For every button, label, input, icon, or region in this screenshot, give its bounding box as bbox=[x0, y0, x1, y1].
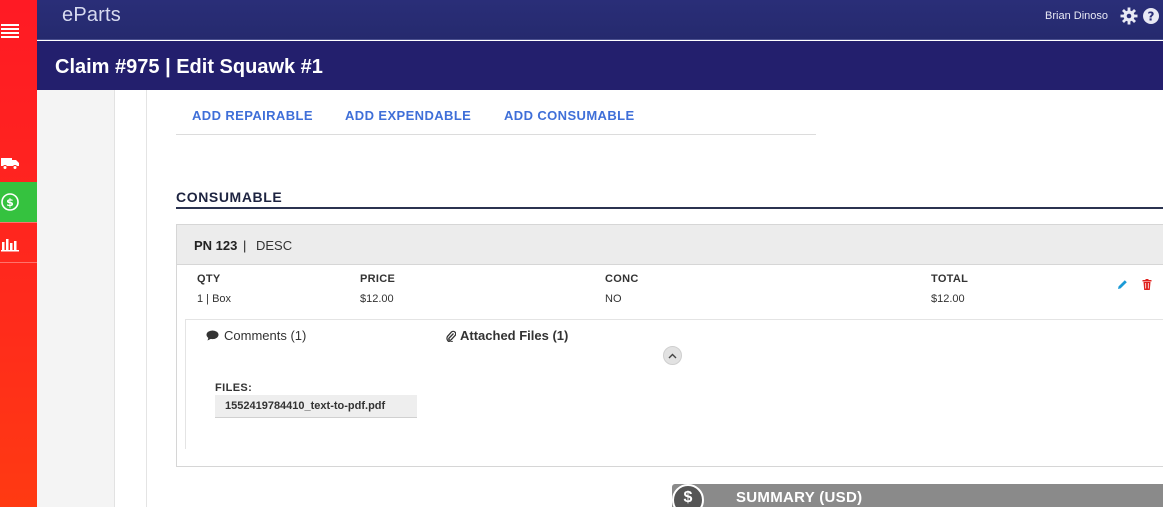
comment-icon bbox=[206, 330, 219, 341]
price-value: $12.00 bbox=[360, 293, 394, 305]
price-header: PRICE bbox=[360, 273, 396, 285]
item-details: Comments (1) Attached Files (1) FILES: 1… bbox=[185, 319, 1163, 449]
total-header: TOTAL bbox=[931, 273, 969, 285]
dollar-cycle-icon[interactable]: $ bbox=[0, 182, 37, 222]
add-expendable-link[interactable]: ADD EXPENDABLE bbox=[345, 108, 471, 123]
add-repairable-link[interactable]: ADD REPAIRABLE bbox=[192, 108, 313, 123]
bar-chart-icon[interactable] bbox=[0, 232, 37, 256]
tab-comments[interactable]: Comments (1) bbox=[206, 328, 306, 343]
conc-value: NO bbox=[605, 293, 622, 305]
consumable-card: PN 123 | DESC QTY 1 | Box PRICE $12.00 C… bbox=[176, 224, 1163, 467]
add-consumable-link[interactable]: ADD CONSUMABLE bbox=[504, 108, 635, 123]
paperclip-icon bbox=[446, 330, 456, 342]
sidebar-divider bbox=[0, 262, 37, 263]
svg-text:?: ? bbox=[1148, 10, 1155, 24]
tab-attached-files-label: Attached Files (1) bbox=[460, 328, 569, 343]
files-label: FILES: bbox=[215, 382, 253, 394]
header-separator: | bbox=[243, 238, 247, 253]
help-icon[interactable]: ? bbox=[1142, 7, 1160, 30]
collapse-button[interactable] bbox=[663, 346, 682, 365]
tab-comments-label: Comments (1) bbox=[224, 328, 307, 343]
part-number: PN 123 bbox=[194, 238, 238, 253]
total-value: $12.00 bbox=[931, 293, 965, 305]
qty-value: 1 | Box bbox=[197, 293, 232, 305]
pencil-icon[interactable] bbox=[1117, 277, 1128, 295]
tab-attached-files[interactable]: Attached Files (1) bbox=[446, 328, 568, 343]
page-title: Claim #975 | Edit Squawk #1 bbox=[55, 56, 323, 78]
add-links-bar: ADD REPAIRABLE ADD EXPENDABLE ADD CONSUM… bbox=[176, 90, 816, 135]
summary-bar[interactable]: $ SUMMARY (USD) bbox=[672, 484, 1163, 507]
gear-icon[interactable] bbox=[1120, 7, 1138, 30]
app-logo[interactable]: eParts bbox=[62, 4, 121, 27]
qty-header: QTY bbox=[197, 273, 221, 285]
dollar-icon: $ bbox=[672, 484, 704, 507]
sidebar-divider bbox=[0, 222, 37, 223]
file-attachment[interactable]: 1552419784410_text-to-pdf.pdf bbox=[215, 395, 417, 418]
conc-header: CONC bbox=[605, 273, 639, 285]
section-divider bbox=[176, 207, 1163, 209]
top-bar: eParts Brian Dinoso ? bbox=[37, 0, 1163, 40]
card-header: PN 123 | DESC bbox=[177, 225, 1163, 265]
user-name[interactable]: Brian Dinoso bbox=[1045, 10, 1108, 22]
left-gutter bbox=[37, 90, 115, 507]
left-sidebar: $ bbox=[0, 0, 37, 507]
svg-text:$: $ bbox=[6, 196, 14, 209]
summary-label: SUMMARY (USD) bbox=[736, 489, 863, 506]
menu-icon[interactable] bbox=[0, 18, 37, 44]
trash-icon[interactable] bbox=[1142, 277, 1152, 295]
title-bar: Claim #975 | Edit Squawk #1 bbox=[37, 41, 1163, 90]
chevron-up-icon bbox=[668, 353, 677, 358]
section-heading: CONSUMABLE bbox=[176, 189, 283, 205]
truck-icon[interactable] bbox=[0, 150, 37, 176]
part-description: DESC bbox=[256, 238, 293, 253]
